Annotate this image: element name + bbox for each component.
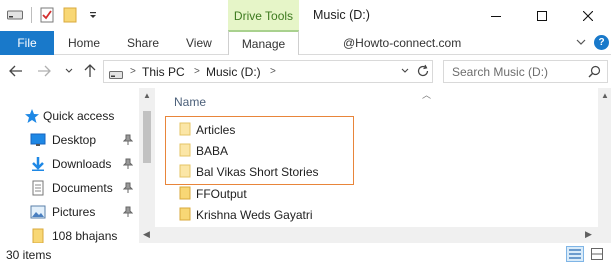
back-arrow-icon [9,65,22,77]
toolbar-divider [31,7,32,23]
navigation-pane: Quick access Desktop Downloads Documents [0,88,155,243]
drive-icon [6,6,24,24]
nav-item-pictures[interactable]: Pictures [0,201,140,223]
list-item[interactable]: FFOutput [174,183,394,204]
item-count: 30 items [6,248,52,262]
search-box[interactable]: Search Music (D:) [443,60,608,83]
file-name: Krishna Weds Gayatri [196,208,313,222]
scrollbar-thumb[interactable] [143,111,151,163]
window-title: Music (D:) [313,8,370,22]
nav-item-downloads[interactable]: Downloads [0,153,140,175]
maximize-button[interactable] [519,0,565,31]
close-button[interactable] [565,0,611,31]
refresh-icon [417,64,429,77]
list-item[interactable]: Krishna Weds Gayatri [174,204,394,225]
help-button[interactable]: ? [594,35,609,50]
sort-chevron-icon: ︿ [422,90,432,100]
drive-tools-context-label: Drive Tools [228,0,299,31]
documents-icon [30,180,46,196]
file-name: FFOutput [196,187,247,201]
large-icons-view-button[interactable] [588,246,606,262]
nav-item-documents[interactable]: Documents [0,177,140,199]
pin-icon[interactable] [122,158,134,170]
nav-item-label: Documents [52,181,113,195]
horizontal-scrollbar[interactable]: ◀ ▶ [139,227,598,243]
recent-locations-button[interactable] [61,63,77,79]
nav-item-quick-access[interactable]: Quick access [0,105,140,127]
help-icon: ? [598,37,605,48]
drive-icon [109,68,123,82]
minimize-icon [491,15,501,17]
address-bar[interactable]: > This PC > Music (D:) > [103,60,433,83]
ribbon-tab-bar: File Home Share View Manage @Howto-conne… [0,30,611,56]
chevron-down-icon [65,68,73,73]
nav-item-108-bhajans[interactable]: 108 bhajans [0,225,140,243]
breadcrumb-separator-icon[interactable]: > [194,66,200,77]
scroll-up-icon[interactable]: ▲ [601,91,609,100]
maximize-icon [537,10,547,21]
expand-ribbon-button[interactable] [574,35,588,49]
refresh-button[interactable] [416,64,430,81]
nav-item-label: Downloads [52,157,112,171]
star-icon [24,108,40,124]
pin-icon[interactable] [122,134,134,146]
search-icon [588,65,601,81]
title-bar: Drive Tools Music (D:) [0,0,611,31]
breadcrumb-separator-icon[interactable]: > [270,66,276,77]
tab-home[interactable]: Home [68,36,100,50]
properties-icon[interactable] [38,6,56,24]
desktop-icon [30,132,46,148]
folder-icon [30,228,46,243]
nav-item-label: 108 bhajans [52,229,118,243]
selection-highlight-box [165,116,354,185]
tab-manage[interactable]: Manage [228,30,299,56]
download-icon [30,156,46,172]
scroll-left-icon[interactable]: ◀ [143,229,150,240]
address-history-button[interactable] [400,65,410,80]
customize-toolbar-icon[interactable] [84,6,102,24]
nav-item-label: Desktop [52,133,97,147]
watermark-text: @Howto-connect.com [343,36,462,50]
scroll-right-icon[interactable]: ▶ [585,229,592,240]
tab-file[interactable]: File [0,31,54,55]
nav-item-label: Pictures [52,205,96,219]
folder-icon [178,207,192,221]
nav-item-desktop[interactable]: Desktop [0,129,140,151]
tab-share[interactable]: Share [127,36,159,50]
chevron-down-icon [576,39,586,45]
pin-icon[interactable] [122,206,134,218]
nav-item-label: Quick access [43,109,115,123]
breadcrumb-separator-icon[interactable]: > [130,66,136,77]
folder-icon [178,186,192,200]
minimize-button[interactable] [473,0,519,31]
new-folder-icon[interactable] [61,6,79,24]
up-button[interactable] [82,63,98,79]
breadcrumb-music-drive[interactable]: Music (D:) [206,65,261,79]
pin-icon[interactable] [122,182,134,194]
quick-access-toolbar [6,6,107,24]
file-list-scrollbar[interactable]: ▲ [598,88,611,243]
large-icons-view-icon [591,248,603,260]
chevron-down-icon [401,68,409,73]
breadcrumb-this-pc[interactable]: This PC [142,65,185,79]
navigation-bar: > This PC > Music (D:) > Search Music (D… [0,55,611,88]
forward-button[interactable] [36,63,52,79]
tab-view[interactable]: View [186,36,212,50]
details-view-button[interactable] [566,246,584,262]
search-placeholder: Search Music (D:) [452,65,549,79]
back-button[interactable] [8,63,24,79]
close-icon [583,10,593,21]
status-bar: 30 items [0,243,611,265]
forward-arrow-icon [38,65,51,77]
pictures-icon [30,204,46,220]
nav-pane-scrollbar[interactable]: ▲ ▼ [139,88,155,243]
scroll-up-icon[interactable]: ▲ [143,91,151,100]
details-view-icon [569,249,581,259]
column-header-name[interactable]: Name [174,95,206,109]
up-arrow-icon [84,64,96,77]
